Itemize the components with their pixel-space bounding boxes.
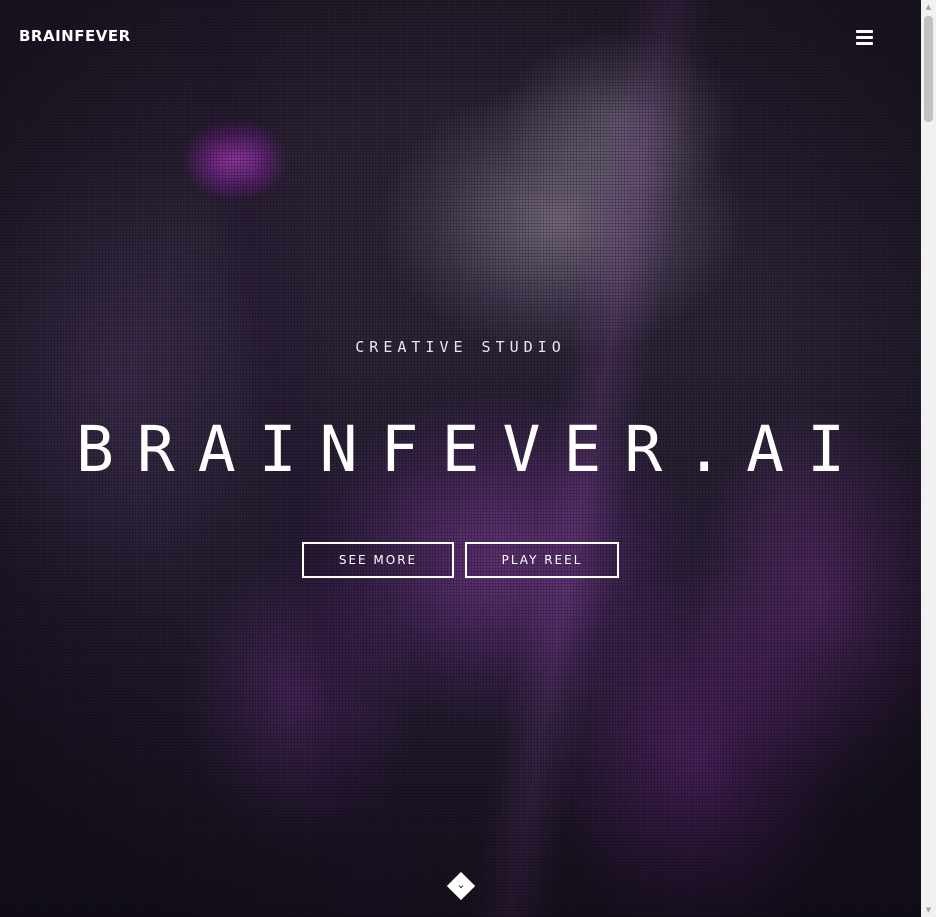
menu-icon-bar (856, 36, 873, 39)
scroll-down-arrow-icon[interactable]: ▼ (921, 903, 936, 917)
menu-icon-bar (856, 30, 873, 33)
brand-logo[interactable]: BRAINFEVER (19, 27, 131, 45)
play-reel-button[interactable]: PLAY REEL (465, 542, 619, 578)
hero-title: BRAINFEVER.AI (75, 413, 869, 486)
scroll-down-button[interactable]: ⌄ (446, 871, 476, 901)
see-more-button[interactable]: SEE MORE (302, 542, 454, 578)
chevron-down-icon: ⌄ (456, 878, 466, 891)
scrollbar-thumb[interactable] (924, 16, 933, 122)
scroll-up-arrow-icon[interactable]: ▲ (921, 0, 936, 14)
menu-icon-bar (856, 42, 873, 45)
page: BRAINFEVER CREATIVE STUDIO BRAINFEVER.AI… (0, 0, 936, 917)
vertical-scrollbar[interactable]: ▲ ▼ (921, 0, 936, 917)
hero-subtitle: CREATIVE STUDIO (355, 338, 566, 356)
hamburger-menu-icon[interactable] (855, 28, 875, 46)
hero-section: BRAINFEVER CREATIVE STUDIO BRAINFEVER.AI… (0, 0, 921, 917)
